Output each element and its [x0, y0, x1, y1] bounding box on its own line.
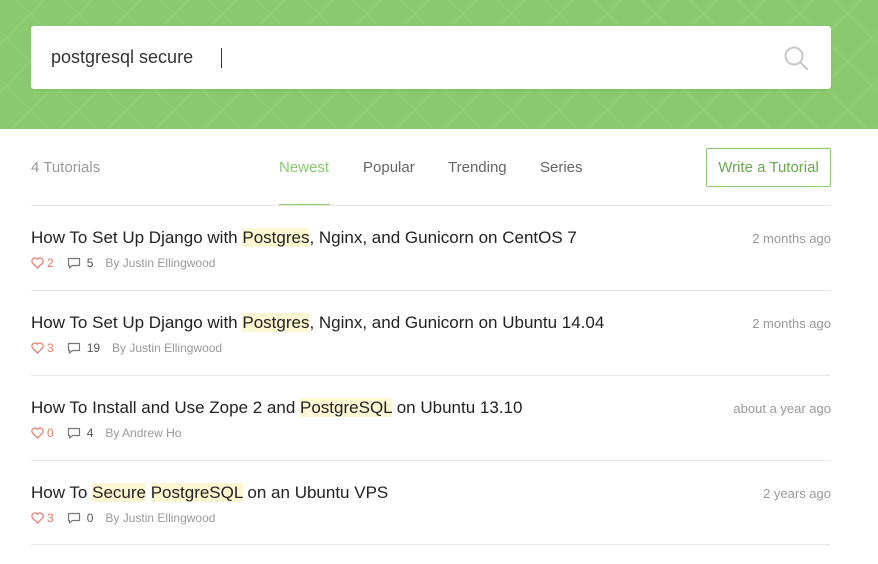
- title-text: , Nginx, and Gunicorn on Ubuntu 14.04: [309, 313, 605, 332]
- title-highlight: PostgreSQL: [300, 398, 392, 417]
- tutorial-meta: 3 19 By Justin Ellingwood: [31, 341, 222, 355]
- title-text: How To Set Up Django with: [31, 313, 243, 332]
- comment-count: 5: [86, 256, 94, 270]
- tab-series[interactable]: Series: [540, 159, 583, 176]
- search-box[interactable]: [31, 26, 831, 89]
- tutorial-meta: 2 5 By Justin Ellingwood: [31, 256, 215, 270]
- tutorial-date: 2 months ago: [752, 231, 831, 246]
- tutorial-author[interactable]: By Andrew Ho: [105, 426, 181, 440]
- tab-newest[interactable]: Newest: [279, 159, 329, 176]
- comment-icon: [67, 257, 81, 269]
- heart-icon[interactable]: [31, 512, 47, 524]
- write-tutorial-button[interactable]: Write a Tutorial: [706, 148, 831, 187]
- tutorial-date: about a year ago: [733, 401, 831, 416]
- title-text: on an Ubuntu VPS: [242, 483, 389, 502]
- tutorial-title[interactable]: How To Set Up Django with Postgres, Ngin…: [31, 228, 577, 248]
- comment-icon: [67, 342, 81, 354]
- tutorial-author[interactable]: By Justin Ellingwood: [112, 341, 222, 355]
- comment-count: 4: [86, 426, 94, 440]
- tutorial-row[interactable]: How To Set Up Django with Postgres, Ngin…: [31, 290, 831, 375]
- comment-count: 19: [86, 341, 101, 355]
- like-count: 3: [47, 341, 54, 355]
- tutorial-meta: 3 0 By Justin Ellingwood: [31, 511, 215, 525]
- heart-icon[interactable]: [31, 427, 47, 439]
- title-highlight: Secure: [92, 483, 146, 502]
- tutorial-title[interactable]: How To Secure PostgreSQL on an Ubuntu VP…: [31, 483, 388, 503]
- title-text: How To Set Up Django with: [31, 228, 243, 247]
- title-text: , Nginx, and Gunicorn on CentOS 7: [309, 228, 577, 247]
- title-highlight: Postgres: [242, 228, 310, 247]
- like-count: 3: [47, 511, 54, 525]
- title-highlight: PostgreSQL: [150, 483, 243, 502]
- title-text: How To: [31, 483, 93, 502]
- search-input[interactable]: [51, 26, 771, 89]
- search-icon[interactable]: [783, 45, 809, 71]
- tutorial-author[interactable]: By Justin Ellingwood: [105, 511, 215, 525]
- comment-icon: [67, 427, 81, 439]
- tab-popular[interactable]: Popular: [363, 159, 415, 176]
- tutorial-meta: 0 4 By Andrew Ho: [31, 426, 181, 440]
- tutorial-title[interactable]: How To Install and Use Zope 2 and Postgr…: [31, 398, 522, 418]
- tutorial-author[interactable]: By Justin Ellingwood: [105, 256, 215, 270]
- tutorial-count: 4 Tutorials: [31, 159, 101, 176]
- tutorial-row[interactable]: How To Secure PostgreSQL on an Ubuntu VP…: [31, 460, 831, 545]
- tutorial-toolbar: 4 Tutorials Newest Popular Trending Seri…: [0, 129, 878, 206]
- tutorial-date: 2 months ago: [752, 316, 831, 331]
- title-text: on Ubuntu 13.10: [392, 398, 523, 417]
- heart-icon[interactable]: [31, 257, 47, 269]
- title-text: How To Install and Use Zope 2 and: [31, 398, 301, 417]
- comment-count: 0: [86, 511, 94, 525]
- like-count: 2: [47, 256, 54, 270]
- tab-trending[interactable]: Trending: [448, 159, 507, 176]
- comment-icon: [67, 512, 81, 524]
- like-count: 0: [47, 426, 54, 440]
- tutorial-list: How To Set Up Django with Postgres, Ngin…: [31, 205, 831, 545]
- heart-icon[interactable]: [31, 342, 47, 354]
- search-hero: [0, 0, 878, 129]
- title-highlight: Postgres: [242, 313, 310, 332]
- tutorial-title[interactable]: How To Set Up Django with Postgres, Ngin…: [31, 313, 604, 333]
- title-text: [146, 483, 151, 502]
- tutorial-row[interactable]: How To Install and Use Zope 2 and Postgr…: [31, 375, 831, 460]
- tutorial-row[interactable]: How To Set Up Django with Postgres, Ngin…: [31, 205, 831, 290]
- text-caret: [221, 48, 222, 68]
- tutorial-date: 2 years ago: [763, 486, 831, 501]
